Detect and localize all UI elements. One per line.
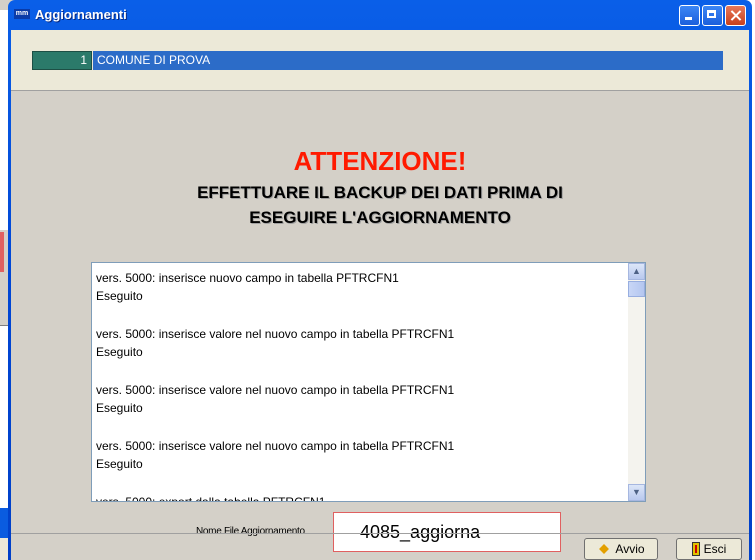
exit-door-icon [691, 542, 700, 556]
window-title: Aggiornamenti [35, 7, 127, 22]
log-action: vers. 5000: inserisce valore nel nuovo c… [96, 327, 455, 341]
window-client-area: 1 COMUNE DI PROVA ATTENZIONE! EFFETTUARE… [11, 30, 749, 560]
comune-code: 1 [32, 51, 92, 70]
log-status: Eseguito [96, 401, 143, 415]
app-icon: mm [14, 9, 30, 19]
log-action: vers. 5000: inserisce valore nel nuovo c… [96, 439, 455, 453]
update-log-content: vers. 5000: inserisce nuovo campo in tab… [96, 269, 625, 502]
button-bar: Avvio Esci [11, 533, 749, 560]
log-entry: vers. 5000: export dalla tabella PFTRCFN… [96, 493, 625, 502]
avvio-button[interactable]: Avvio [584, 538, 658, 560]
background-window-red-edge [0, 232, 4, 272]
scroll-thumb[interactable] [628, 281, 645, 297]
esci-button[interactable]: Esci [676, 538, 742, 560]
minimize-button[interactable] [679, 5, 700, 26]
scroll-down-button[interactable]: ▼ [628, 484, 645, 501]
title-bar[interactable]: mm Aggiornamenti [8, 0, 752, 30]
chevron-up-icon: ▲ [632, 266, 641, 276]
scroll-up-button[interactable]: ▲ [628, 263, 645, 280]
log-entry: vers. 5000: inserisce valore nel nuovo c… [96, 381, 625, 417]
update-log[interactable]: vers. 5000: inserisce nuovo campo in tab… [91, 262, 646, 502]
start-icon [597, 542, 611, 556]
maximize-button[interactable] [702, 5, 723, 26]
warning-heading: ATTENZIONE! [293, 146, 467, 176]
log-action: vers. 5000: inserisce nuovo campo in tab… [96, 271, 399, 285]
backup-warning: EFFETTUARE IL BACKUP DEI DATI PRIMA DI E… [11, 180, 749, 230]
log-entry: vers. 5000: inserisce valore nel nuovo c… [96, 437, 625, 473]
backup-warning-line2: ESEGUIRE L'AGGIORNAMENTO [249, 208, 511, 227]
log-entry: vers. 5000: inserisce valore nel nuovo c… [96, 325, 625, 361]
log-action: vers. 5000: inserisce valore nel nuovo c… [96, 383, 455, 397]
aggiornamenti-window: mm Aggiornamenti 1 COMUNE DI PROVA ATTEN… [8, 0, 752, 560]
log-scrollbar[interactable]: ▲ ▼ [628, 263, 645, 501]
esci-label: Esci [703, 542, 727, 556]
chevron-down-icon: ▼ [632, 487, 641, 497]
avvio-label: Avvio [615, 542, 645, 556]
close-button[interactable] [725, 5, 746, 26]
log-status: Eseguito [96, 457, 143, 471]
log-status: Eseguito [96, 345, 143, 359]
comune-name: COMUNE DI PROVA [93, 51, 723, 70]
log-entry: vers. 5000: inserisce nuovo campo in tab… [96, 269, 625, 305]
log-status: Eseguito [96, 289, 143, 303]
comune-header: 1 COMUNE DI PROVA [11, 30, 749, 91]
backup-warning-line1: EFFETTUARE IL BACKUP DEI DATI PRIMA DI [197, 183, 563, 202]
log-action: vers. 5000: export dalla tabella PFTRCFN… [96, 495, 326, 502]
